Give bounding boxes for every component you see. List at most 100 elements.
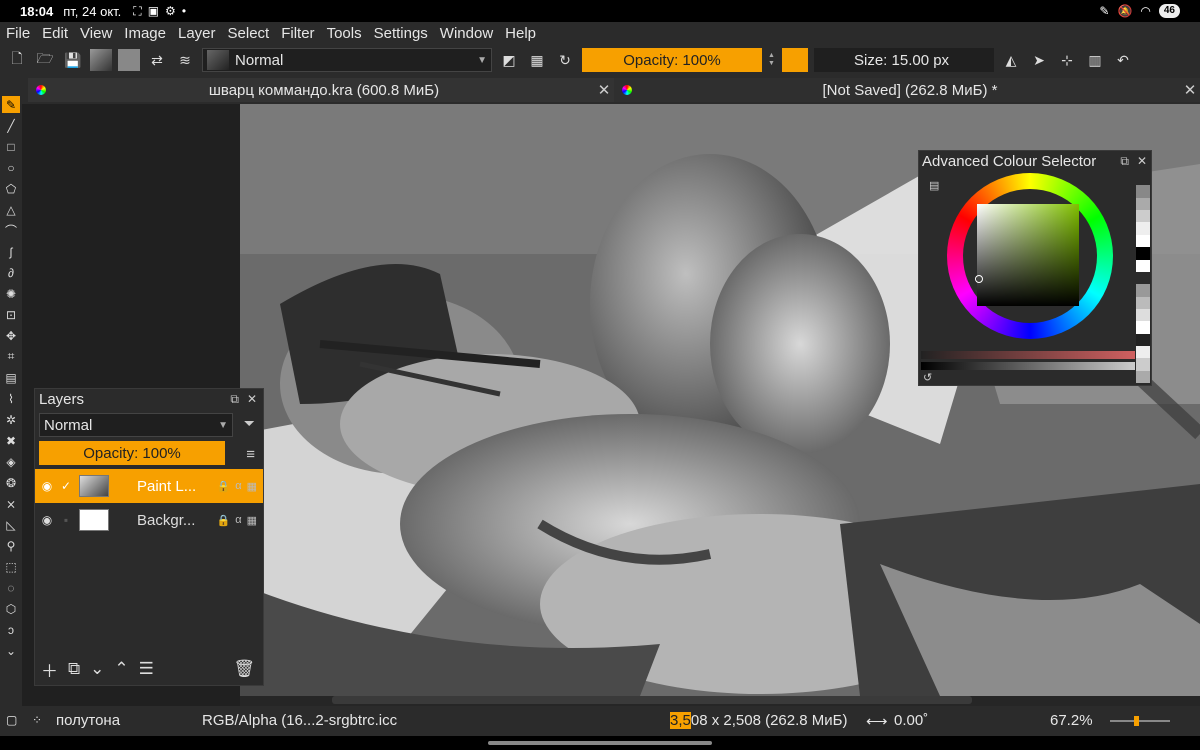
layer-name[interactable]: Paint L... bbox=[137, 478, 203, 495]
foreground-color-swatch[interactable] bbox=[782, 48, 808, 72]
layer-row-background[interactable]: ◉ ▪ Backgr... 🔒 α ▦ bbox=[35, 503, 263, 537]
reference-tool-icon[interactable]: ⚲ bbox=[2, 537, 20, 554]
layer-row-paint[interactable]: ◉ ✓ Paint L... 🔒 α ▦ bbox=[35, 469, 263, 503]
perspective-tool-icon[interactable]: ◺ bbox=[2, 516, 20, 533]
pattern-preset-icon[interactable] bbox=[118, 49, 140, 71]
settings-menu-icon[interactable]: ▤ bbox=[929, 179, 939, 192]
menu-edit[interactable]: Edit bbox=[42, 25, 68, 42]
checkbox-icon[interactable]: ▪ bbox=[57, 513, 75, 527]
open-document-icon[interactable]: 🗁 bbox=[34, 49, 56, 71]
multibrush-tool-icon[interactable]: ✺ bbox=[2, 285, 20, 302]
filter-icon[interactable]: ⏷ bbox=[244, 415, 255, 432]
close-icon[interactable]: ✕ bbox=[594, 81, 614, 99]
checkmark-icon[interactable]: ✓ bbox=[57, 479, 75, 493]
alpha-lock-icon[interactable]: α bbox=[235, 514, 241, 527]
float-docker-icon[interactable]: ⧉ bbox=[230, 392, 239, 407]
measure-tool-icon[interactable]: ⨯ bbox=[2, 495, 20, 512]
mirror-horizontal-icon[interactable]: ◭ bbox=[1000, 49, 1022, 71]
lock-icon[interactable]: 🔒 bbox=[217, 480, 231, 493]
inherit-alpha-icon[interactable]: ▦ bbox=[247, 514, 257, 527]
move-up-icon[interactable]: ⌃ bbox=[114, 659, 128, 679]
freehand-brush-tool-icon[interactable]: ✎ bbox=[2, 96, 20, 113]
fill-tool-icon[interactable]: ◈ bbox=[2, 453, 20, 470]
new-document-icon[interactable]: 🗋 bbox=[6, 49, 28, 71]
float-docker-icon[interactable]: ⧉ bbox=[1120, 154, 1129, 169]
ellipse-tool-icon[interactable]: ○ bbox=[2, 159, 20, 176]
crop-tool-icon[interactable]: ⌗ bbox=[2, 348, 20, 365]
brush-preset-thumbnail[interactable] bbox=[207, 50, 229, 70]
hamburger-menu-icon[interactable]: ≡ bbox=[246, 446, 255, 463]
menu-select[interactable]: Select bbox=[228, 25, 270, 42]
zoom-slider[interactable] bbox=[1110, 716, 1170, 726]
trash-icon[interactable]: 🗑 bbox=[233, 659, 255, 679]
add-layer-icon[interactable]: ＋ bbox=[41, 657, 58, 682]
alpha-lock-icon[interactable]: ▦ bbox=[526, 49, 548, 71]
duplicate-layer-icon[interactable]: ⧉ bbox=[68, 659, 80, 679]
gradient-preset-icon[interactable] bbox=[90, 49, 112, 71]
menu-tools[interactable]: Tools bbox=[327, 25, 362, 42]
reload-preset-icon[interactable]: ↻ bbox=[554, 49, 576, 71]
home-gesture-bar[interactable] bbox=[488, 741, 712, 745]
layer-properties-icon[interactable]: ☰ bbox=[139, 659, 154, 679]
reset-icon[interactable]: ↺ bbox=[923, 371, 932, 384]
polygon-tool-icon[interactable]: ⬠ bbox=[2, 180, 20, 197]
transform-tool-icon[interactable]: ⊡ bbox=[2, 306, 20, 323]
menu-image[interactable]: Image bbox=[124, 25, 166, 42]
bezier-tool-icon[interactable]: ⌒ bbox=[2, 222, 20, 239]
ellipse-select-tool-icon[interactable]: ◌ bbox=[2, 579, 20, 596]
swap-colors-icon[interactable]: ⇄ bbox=[146, 49, 168, 71]
layer-blend-mode-select[interactable]: Normal ▼ bbox=[39, 413, 233, 437]
brush-opacity-slider[interactable]: Opacity: 100% bbox=[582, 48, 762, 72]
move-down-icon[interactable]: ⌄ bbox=[90, 659, 104, 679]
smart-patch-tool-icon[interactable]: ✲ bbox=[2, 411, 20, 428]
alpha-lock-icon[interactable]: α bbox=[235, 480, 241, 493]
menu-help[interactable]: Help bbox=[505, 25, 536, 42]
layer-name[interactable]: Backgr... bbox=[137, 512, 203, 529]
horizontal-scrollbar[interactable] bbox=[332, 696, 972, 704]
enclose-fill-tool-icon[interactable]: ❂ bbox=[2, 474, 20, 491]
color-slider-1[interactable] bbox=[921, 351, 1135, 359]
crop-icon[interactable]: ⊹ bbox=[1056, 49, 1078, 71]
menu-file[interactable]: File bbox=[6, 25, 30, 42]
selection-icon[interactable]: ⁘ bbox=[32, 713, 42, 727]
move-tool-icon[interactable]: ✥ bbox=[2, 327, 20, 344]
tab-document-1[interactable]: шварц коммандо.kra (600.8 МиБ) ✕ bbox=[28, 78, 614, 102]
line-tool-icon[interactable]: ╱ bbox=[2, 117, 20, 134]
brush-settings-icon[interactable]: ≋ bbox=[174, 49, 196, 71]
menu-filter[interactable]: Filter bbox=[281, 25, 314, 42]
close-icon[interactable]: ✕ bbox=[1137, 154, 1147, 169]
rect-select-tool-icon[interactable]: ⬚ bbox=[2, 558, 20, 575]
shade-swatches[interactable] bbox=[1136, 173, 1150, 384]
lock-icon[interactable]: 🔒 bbox=[217, 514, 231, 527]
gradient-tool-icon[interactable]: ▤ bbox=[2, 369, 20, 386]
more-tools-icon[interactable]: ⌄ bbox=[2, 642, 20, 659]
brush-preset-icon[interactable]: ▢ bbox=[6, 713, 17, 727]
visibility-eye-icon[interactable]: ◉ bbox=[37, 479, 57, 493]
wrap-around-icon[interactable]: ▥ bbox=[1084, 49, 1106, 71]
opacity-spin-icon[interactable]: ▲ ▼ bbox=[768, 52, 776, 68]
saturation-value-square[interactable] bbox=[977, 204, 1079, 306]
freehand-select-tool-icon[interactable]: ↄ bbox=[2, 621, 20, 638]
mirror-vertical-icon[interactable]: ➤ bbox=[1028, 49, 1050, 71]
close-icon[interactable]: ✕ bbox=[247, 392, 257, 407]
color-picker-tool-icon[interactable]: ⌇ bbox=[2, 390, 20, 407]
layer-opacity-slider[interactable]: Opacity: 100% bbox=[39, 441, 225, 465]
zoom-slider-handle[interactable] bbox=[1134, 716, 1139, 726]
assistant-tool-icon[interactable]: ✖ bbox=[2, 432, 20, 449]
menu-view[interactable]: View bbox=[80, 25, 112, 42]
menu-settings[interactable]: Settings bbox=[374, 25, 428, 42]
menu-window[interactable]: Window bbox=[440, 25, 493, 42]
rotation-icon[interactable]: ⟷ bbox=[866, 712, 888, 730]
close-icon[interactable]: ✕ bbox=[1180, 81, 1200, 99]
eraser-icon[interactable]: ◩ bbox=[498, 49, 520, 71]
freehand-path-tool-icon[interactable]: ʃ bbox=[2, 243, 20, 260]
color-slider-2[interactable] bbox=[921, 362, 1135, 370]
polygon-select-tool-icon[interactable]: ⬡ bbox=[2, 600, 20, 617]
rectangle-tool-icon[interactable]: □ bbox=[2, 138, 20, 155]
undo-icon[interactable]: ↶ bbox=[1112, 49, 1134, 71]
polyline-tool-icon[interactable]: △ bbox=[2, 201, 20, 218]
visibility-eye-icon[interactable]: ◉ bbox=[37, 513, 57, 527]
inherit-alpha-icon[interactable]: ▦ bbox=[247, 480, 257, 493]
color-marker[interactable] bbox=[975, 275, 983, 283]
menu-layer[interactable]: Layer bbox=[178, 25, 216, 42]
